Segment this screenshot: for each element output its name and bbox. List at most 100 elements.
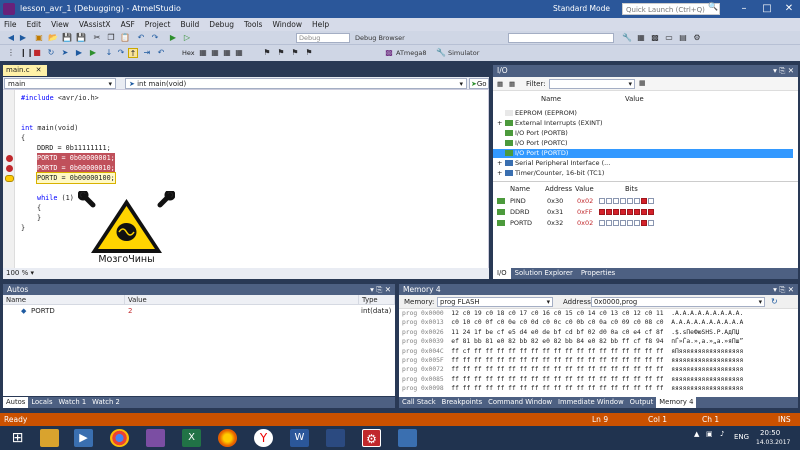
bit-checkbox[interactable] [627,220,633,226]
refresh-icon[interactable]: ↻ [771,297,778,306]
run-icon[interactable]: ▶ [88,48,98,58]
menu-vassistx[interactable]: VAssistX [79,20,111,29]
io-filter-input[interactable]: ▾ [549,79,635,89]
io-tree-item[interactable]: EEPROM (EEPROM) [493,109,793,118]
hex-toggle-button[interactable]: Hex [182,48,195,58]
volume-icon[interactable]: ♪ [720,430,724,438]
bit-checkbox[interactable] [599,198,605,204]
address-input[interactable]: 0x0000,prog ▾ [591,297,765,307]
code-editor[interactable]: #include <avr/io.h> int main(void) {DDRD =… [3,90,489,268]
bit-checkbox[interactable] [634,220,640,226]
memory-hex-bytes[interactable]: 12 c0 19 c0 18 c0 17 c0 16 c0 15 c0 14 c… [451,310,663,317]
clock-time[interactable]: 20:50 [760,429,780,437]
registers-icon[interactable]: ▦ [222,48,232,58]
bit-checkbox[interactable] [620,198,626,204]
save-manager-icon[interactable] [146,429,165,447]
disassembly-icon[interactable]: ▦ [234,48,244,58]
menu-asf[interactable]: ASF [121,20,135,29]
chip-icon[interactable]: ▩ [650,33,660,43]
menu-project[interactable]: Project [145,20,171,29]
save-icon[interactable]: 💾 [62,33,72,43]
memory-icon[interactable]: ▦ [210,48,220,58]
memory-hex-bytes[interactable]: ff cf ff ff ff ff ff ff ff ff ff ff ff f… [451,348,663,355]
autos-col-type[interactable]: Type [359,295,395,305]
watch-icon[interactable]: ▦ [198,48,208,58]
memory-ascii[interactable]: пЃ»Ѓа.»‚а.»„а.»яПш” [671,338,743,345]
io-tree-item[interactable]: I/O Port (PORTC) [493,139,793,148]
memory-hex-bytes[interactable]: ff ff ff ff ff ff ff ff ff ff ff ff ff f… [451,366,663,373]
device-label[interactable]: ATmega8 [396,48,427,58]
tab-solution-explorer[interactable]: Solution Explorer [511,268,577,279]
bit-checkbox[interactable] [599,220,605,226]
bit-checkbox[interactable] [648,209,654,215]
memory-hex-bytes[interactable]: ef 81 bb 81 e0 82 bb 82 e0 82 bb 84 e0 8… [451,338,663,345]
clock-date[interactable]: 14.03.2017 [756,439,790,446]
language-indicator[interactable]: ENG [734,433,749,441]
menu-build[interactable]: Build [180,20,199,29]
run-to-cursor-icon[interactable]: ⇥ [142,48,152,58]
bit-checkbox[interactable] [613,220,619,226]
windows-start-icon[interactable]: ⊞ [8,429,27,447]
tab-watch-2[interactable]: Watch 2 [89,397,123,408]
bit-checkbox[interactable] [648,220,654,226]
bit-checkbox[interactable] [620,209,626,215]
bit-checkbox[interactable] [613,209,619,215]
collapse-all-icon[interactable]: ▦ [509,80,515,88]
tab-autos[interactable]: Autos [3,397,29,408]
close-tab-icon[interactable]: ✕ [36,66,42,74]
close-icon[interactable]: ▾ ⎘ ✕ [370,284,391,295]
io-tree-item[interactable]: + External Interrupts (EXINT) [493,119,793,128]
memory-hex-bytes[interactable]: c0 10 c0 0f c0 0e c0 0d c0 0c c0 0b c0 0… [451,319,663,326]
new-project-icon[interactable]: ▣ [34,33,44,43]
step-over-icon[interactable]: ↷ [116,48,126,58]
register-row[interactable]: DDRD 0x31 0xFF [493,207,793,217]
expand-icon[interactable]: + [493,169,505,178]
tab-output[interactable]: Output [627,397,657,408]
terminal-icon[interactable]: ▤ [678,33,688,43]
bit-checkbox[interactable] [627,209,633,215]
tab-main-c[interactable]: main.c ✕ [3,65,47,76]
break-all-icon[interactable]: ❙❙ [20,48,33,58]
breakpoint-icon[interactable] [6,154,13,162]
word-icon[interactable]: W [290,429,309,447]
autos-col-value[interactable]: Value [125,295,359,305]
undo-icon[interactable]: ↶ [136,33,146,43]
reset-icon[interactable]: ↶ [156,48,166,58]
maximize-icon[interactable]: □ [760,2,774,15]
io-tree-item[interactable]: + Serial Peripheral Interface (... [493,159,793,168]
tab-breakpoints[interactable]: Breakpoints [439,397,485,408]
memory-ascii[interactable]: .A.A.A.A.A.A.A.A.A. [671,310,743,317]
settings-icon[interactable]: ⚙ [692,33,702,43]
excel-icon[interactable]: X [182,429,201,447]
io-tree-item[interactable]: I/O Port (PORTB) [493,129,793,138]
paste-icon[interactable]: 📋 [120,33,130,43]
memory-ascii[interactable]: яПяяяяяяяяяяяяяяяяя [671,348,743,355]
minimize-icon[interactable]: – [737,2,751,15]
tab-i-o[interactable]: I/O [493,268,511,279]
atmel-studio-taskbar-icon[interactable]: ⚙ [362,429,381,447]
step-out-icon[interactable]: ↑ [128,48,138,58]
menu-debug[interactable]: Debug [209,20,234,29]
menu-window[interactable]: Window [272,20,302,29]
yandex-browser-icon[interactable]: Y [254,429,273,447]
autos-var-name[interactable]: PORTD [31,307,55,315]
register-row[interactable]: PORTD 0x32 0x02 [493,218,793,228]
bit-checkbox[interactable] [606,198,612,204]
bit-checkbox[interactable] [613,198,619,204]
bit-checkbox[interactable] [648,198,654,204]
filter-options-icon[interactable]: ▦ [639,79,646,87]
breakpoint-icon[interactable] [6,164,13,172]
file-explorer-icon[interactable] [40,429,59,447]
go-button[interactable]: ➤Go [469,78,489,89]
bit-checkbox[interactable] [606,220,612,226]
autos-col-name[interactable]: Name [3,295,125,305]
memory-ascii[interactable]: яяяяяяяяяяяяяяяяяяя [671,385,743,392]
save-all-icon[interactable]: 💾 [76,33,86,43]
network-icon[interactable] [326,429,345,447]
memory-ascii[interactable]: яяяяяяяяяяяяяяяяяяя [671,376,743,383]
memory-ascii[interactable]: яяяяяяяяяяяяяяяяяяя [671,366,743,373]
clear-bookmarks-icon[interactable]: ⚑ [304,48,314,58]
configuration-dropdown[interactable]: Debug [296,33,350,43]
cut-icon[interactable]: ✂ [92,33,102,43]
chrome-icon[interactable] [110,429,129,447]
